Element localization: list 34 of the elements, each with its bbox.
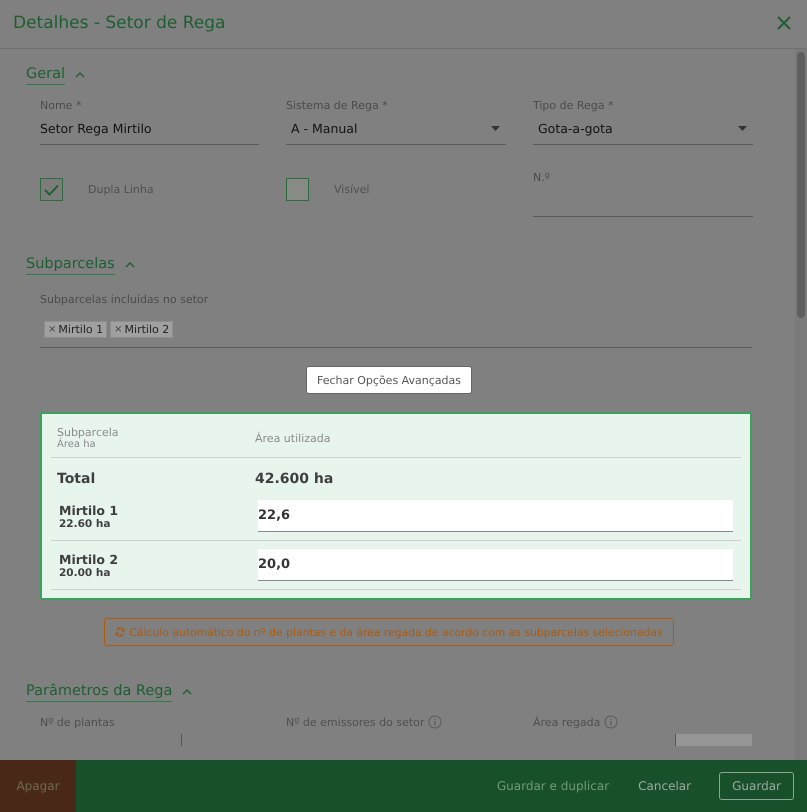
close-icon[interactable] <box>777 16 791 30</box>
advanced-options-button[interactable]: Fechar Opções Avançadas <box>306 366 472 394</box>
column-subheader: Área ha <box>57 439 96 450</box>
chevron-up-icon[interactable] <box>75 72 86 78</box>
footer-button[interactable]: Cancelar <box>626 772 704 800</box>
total-value: 42.600 ha <box>255 471 334 487</box>
scrollbar-thumb[interactable] <box>797 52 805 318</box>
area-input[interactable]: 22,6 <box>258 500 733 532</box>
chevron-up-icon[interactable] <box>124 262 135 268</box>
dropdown-caret-icon <box>491 126 500 130</box>
checkbox[interactable] <box>40 178 63 201</box>
save-button[interactable]: Guardar <box>719 772 794 800</box>
select-field[interactable]: Gota-a-gota <box>533 112 753 145</box>
column-header: Área utilizada <box>255 432 332 444</box>
tag[interactable]: × Mirtilo 2 <box>110 321 174 338</box>
total-label: Total <box>57 471 96 487</box>
chevron-up-icon[interactable] <box>182 689 192 695</box>
dialog-title: Detalhes - Setor de Rega <box>13 13 226 33</box>
subparcel-area: 20.00 ha <box>59 566 258 578</box>
dropdown-caret-icon <box>738 126 747 130</box>
area-input[interactable]: 20,0 <box>258 549 733 581</box>
input-field[interactable]: Setor Rega Mirtilo <box>40 112 259 145</box>
subparcel-area: 22.60 ha <box>59 518 258 530</box>
subparcel-name: Mirtilo 1 <box>59 502 120 518</box>
select-field[interactable]: A - Manual <box>286 112 506 145</box>
info-icon[interactable] <box>604 715 618 729</box>
checkbox[interactable] <box>286 178 309 201</box>
tag-field[interactable]: × Mirtilo 1 × Mirtilo 2 <box>40 307 752 348</box>
checkmark-icon <box>44 184 59 196</box>
subparcel-name: Mirtilo 2 <box>59 552 120 566</box>
tag[interactable]: × Mirtilo 1 <box>44 321 108 338</box>
info-icon[interactable] <box>428 715 442 729</box>
refresh-icon <box>115 627 126 637</box>
column-header: Subparcela <box>57 426 120 439</box>
